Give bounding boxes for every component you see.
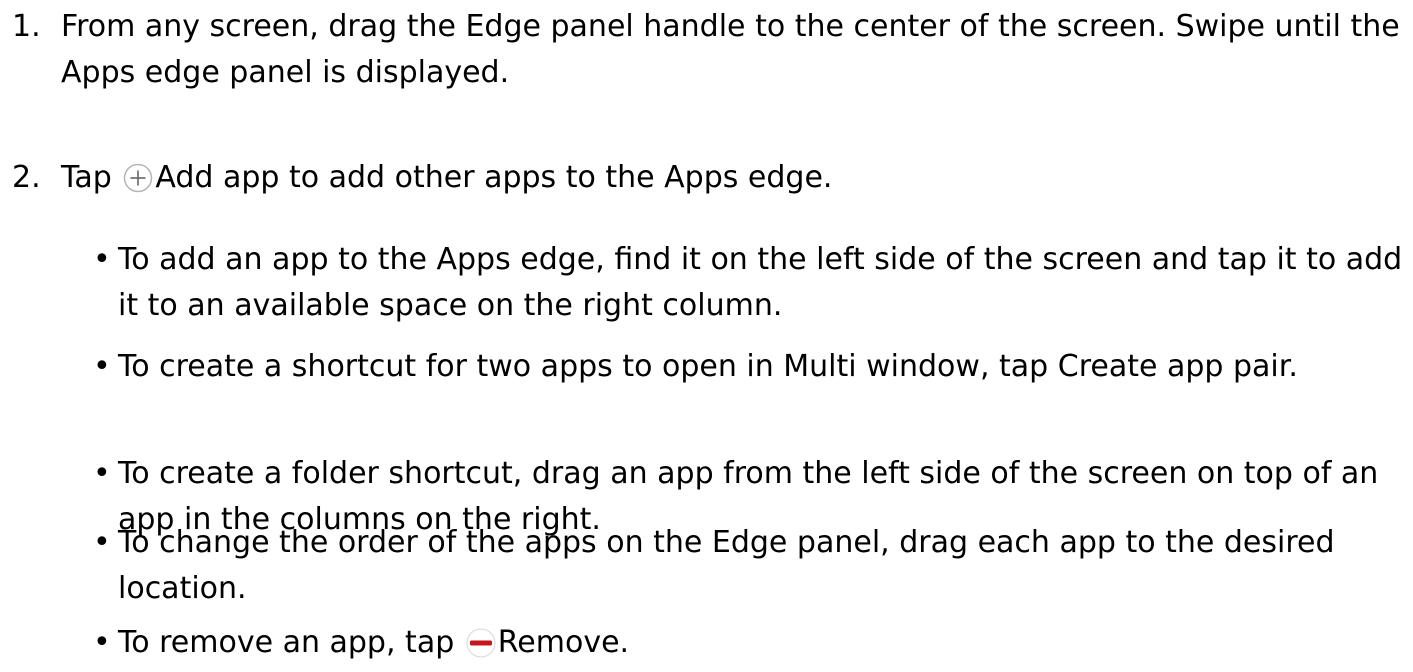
step-text: From any screen, drag the Edge panel han…: [61, 4, 1406, 96]
list-item-text: To add an app to the Apps edge, find it …: [118, 242, 1403, 323]
step-text-part: From any screen, drag the: [61, 9, 466, 44]
list-item-text-part: .: [619, 625, 630, 660]
list-item-text-part: .: [1288, 349, 1298, 384]
bullet-marker: •: [93, 349, 111, 384]
bullet-marker: •: [93, 242, 111, 277]
list-item-text-part: To remove an app, tap: [118, 625, 464, 660]
list-item-text-part: To create a shortcut for two apps to ope…: [118, 349, 1058, 384]
list-item-text: To create a shortcut for two apps to ope…: [118, 344, 1408, 390]
bullet-marker: •: [93, 456, 111, 491]
step-text: Tap Add app to add other apps to the App…: [61, 155, 1406, 201]
step-number: 2.: [12, 160, 41, 195]
create-app-pair-term: Create app pair: [1057, 349, 1289, 384]
list-item-text: To change the order of the apps on the E…: [118, 525, 1335, 606]
step-number: 1.: [12, 9, 41, 44]
instructions-document: 1. From any screen, drag the Edge panel …: [0, 0, 1413, 670]
add-app-term: Add app: [155, 160, 280, 195]
list-item-text: To remove an app, tap Remove.: [118, 620, 1408, 666]
step-text-part: to add other apps to the Apps edge.: [279, 160, 833, 195]
plus-circle-icon: [123, 161, 153, 193]
bullet-marker: •: [93, 625, 111, 660]
step-text-part: Tap: [61, 160, 122, 195]
minus-circle-icon: [466, 626, 496, 658]
remove-term: Remove: [497, 625, 620, 660]
edge-panel-handle-term: Edge panel handle: [465, 9, 746, 44]
bullet-marker: •: [93, 525, 111, 560]
